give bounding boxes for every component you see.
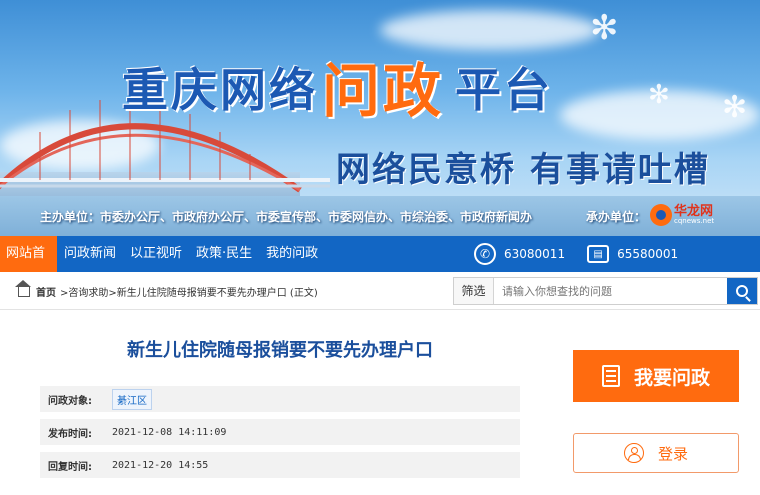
search-button[interactable] — [727, 278, 757, 304]
target-label: 问政对象: — [48, 395, 92, 407]
info-row-publish: 发布时间: 2021-12-08 14:11:09 — [40, 419, 520, 445]
document-icon — [601, 365, 620, 387]
header-banner: ✻ ✻ ✻ 重庆网络 问政 平台 网络民意桥 有事请吐槽 主办单位：市委办公厅、… — [0, 0, 760, 236]
nav-item-home[interactable]: 网站首页 — [0, 236, 57, 297]
dandelion-icon: ✻ — [648, 80, 670, 110]
login-label: 登录 — [657, 444, 688, 463]
hualong-logo: 华龙网 cqnews.net — [650, 204, 714, 226]
search-icon — [736, 285, 748, 297]
phone-icon: ✆ — [474, 243, 496, 265]
nav-item-my-questions[interactable]: 我的问政 — [259, 236, 325, 272]
ask-question-label: 我要问政 — [633, 366, 710, 389]
login-button[interactable]: 登录 — [573, 433, 739, 473]
dandelion-icon: ✻ — [590, 8, 619, 48]
sponsor-units: 主办单位：市委办公厅、市政府办公厅、市委宣传部、市委网信办、市综治委、市政府新闻… — [40, 210, 533, 224]
target-tag[interactable]: 綦江区 — [112, 388, 152, 410]
article-title: 新生儿住院随母报销要不要先办理户口 — [127, 340, 433, 361]
search-input[interactable] — [494, 278, 727, 304]
hualong-logo-icon — [650, 204, 672, 226]
organizer-label: 承办单位： — [586, 210, 647, 224]
breadcrumb: 首页 >咨询求助>新生儿住院随母报销要不要先办理户口 (正文) — [15, 279, 318, 299]
platform-slogan: 网络民意桥 有事请吐槽 — [336, 150, 710, 190]
logo-en-text: cqnews.net — [674, 217, 715, 225]
nav-item-policy[interactable]: 政策·民生 — [189, 236, 259, 272]
fax-icon: ▤ — [587, 245, 610, 263]
info-row-reply: 回复时间: 2021-12-20 14:55 — [40, 452, 520, 478]
search-box: 筛选 — [453, 277, 758, 305]
ask-question-button[interactable]: 我要问政 — [573, 350, 739, 402]
nav-item-clarify[interactable]: 以正视听 — [123, 236, 189, 272]
publish-time: 2021-12-08 14:11:09 — [112, 426, 227, 438]
platform-title-tail: 平台 — [455, 63, 553, 117]
info-row-target: 问政对象: 綦江区 — [40, 386, 520, 412]
contact-info: ✆ 63080011 ▤ 65580001 — [474, 236, 678, 272]
reply-label: 回复时间: — [48, 461, 92, 473]
main-nav: 网站首页 问政新闻 以正视听 政策·民生 我的问政 ✆ 63080011 ▤ 6… — [0, 236, 760, 297]
dandelion-icon: ✻ — [722, 90, 748, 125]
publish-label: 发布时间: — [48, 428, 92, 440]
phone-number: 63080011 — [504, 247, 566, 261]
platform-title-accent: 问政 — [322, 57, 445, 125]
fax-number: 65580001 — [617, 247, 679, 261]
nav-item-news[interactable]: 问政新闻 — [57, 236, 123, 272]
breadcrumb-home-link[interactable]: 首页 — [36, 284, 56, 299]
breadcrumb-path: >咨询求助>新生儿住院随母报销要不要先办理户口 (正文) — [60, 288, 318, 299]
platform-title: 重庆网络 — [122, 63, 318, 117]
home-icon — [15, 279, 31, 297]
user-icon — [623, 443, 644, 463]
reply-time: 2021-12-20 14:55 — [112, 459, 209, 471]
breadcrumb-bar: 首页 >咨询求助>新生儿住院随母报销要不要先办理户口 (正文) 筛选 — [0, 272, 760, 310]
search-filter-dropdown[interactable]: 筛选 — [454, 278, 494, 304]
